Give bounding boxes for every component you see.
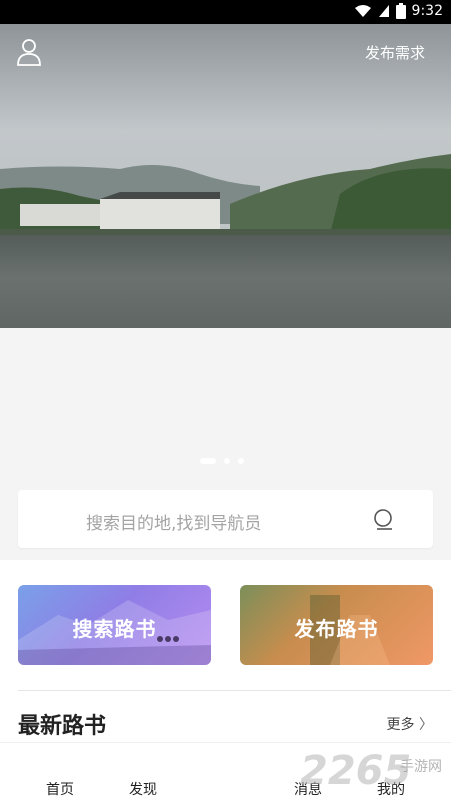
more-label: 更多	[386, 717, 415, 733]
chevron-right-icon: 〉	[419, 717, 433, 733]
carousel-dot-active[interactable]	[200, 458, 216, 464]
more-link[interactable]: 更多 〉	[387, 714, 433, 734]
watermark-brand: 2265	[300, 748, 412, 794]
watermark-logo: 2265 手游网	[298, 748, 451, 802]
landscape-image	[0, 24, 451, 328]
carousel-dot[interactable]	[224, 458, 230, 464]
tab-discover[interactable]: 发现	[129, 779, 157, 799]
search-placeholder: 搜索目的地,找到导航员	[86, 514, 262, 534]
signal-icon	[378, 5, 389, 17]
search-icon[interactable]	[373, 508, 395, 532]
publish-guide-label: 发布路书	[294, 617, 379, 641]
publish-request-button[interactable]: 发布需求	[365, 42, 425, 63]
publish-guide-card[interactable]: 发布路书	[240, 585, 433, 665]
section-title: 最新路书	[18, 714, 107, 739]
search-bar[interactable]: 搜索目的地,找到导航员	[18, 490, 433, 548]
section-divider	[18, 690, 451, 691]
user-icon[interactable]	[16, 38, 42, 66]
hero-banner[interactable]: 发布需求	[0, 24, 451, 328]
battery-icon	[395, 3, 406, 19]
carousel-dot[interactable]	[238, 458, 244, 464]
search-guide-label: 搜索路书	[72, 617, 157, 641]
status-time: 9:32	[411, 3, 443, 19]
tab-home[interactable]: 首页	[46, 779, 74, 799]
carousel-indicator	[200, 458, 244, 464]
search-guide-card[interactable]: 搜索路书	[18, 585, 211, 665]
status-bar: 9:32	[0, 0, 451, 24]
wifi-icon	[354, 5, 371, 17]
watermark-sub: 手游网	[400, 759, 442, 775]
